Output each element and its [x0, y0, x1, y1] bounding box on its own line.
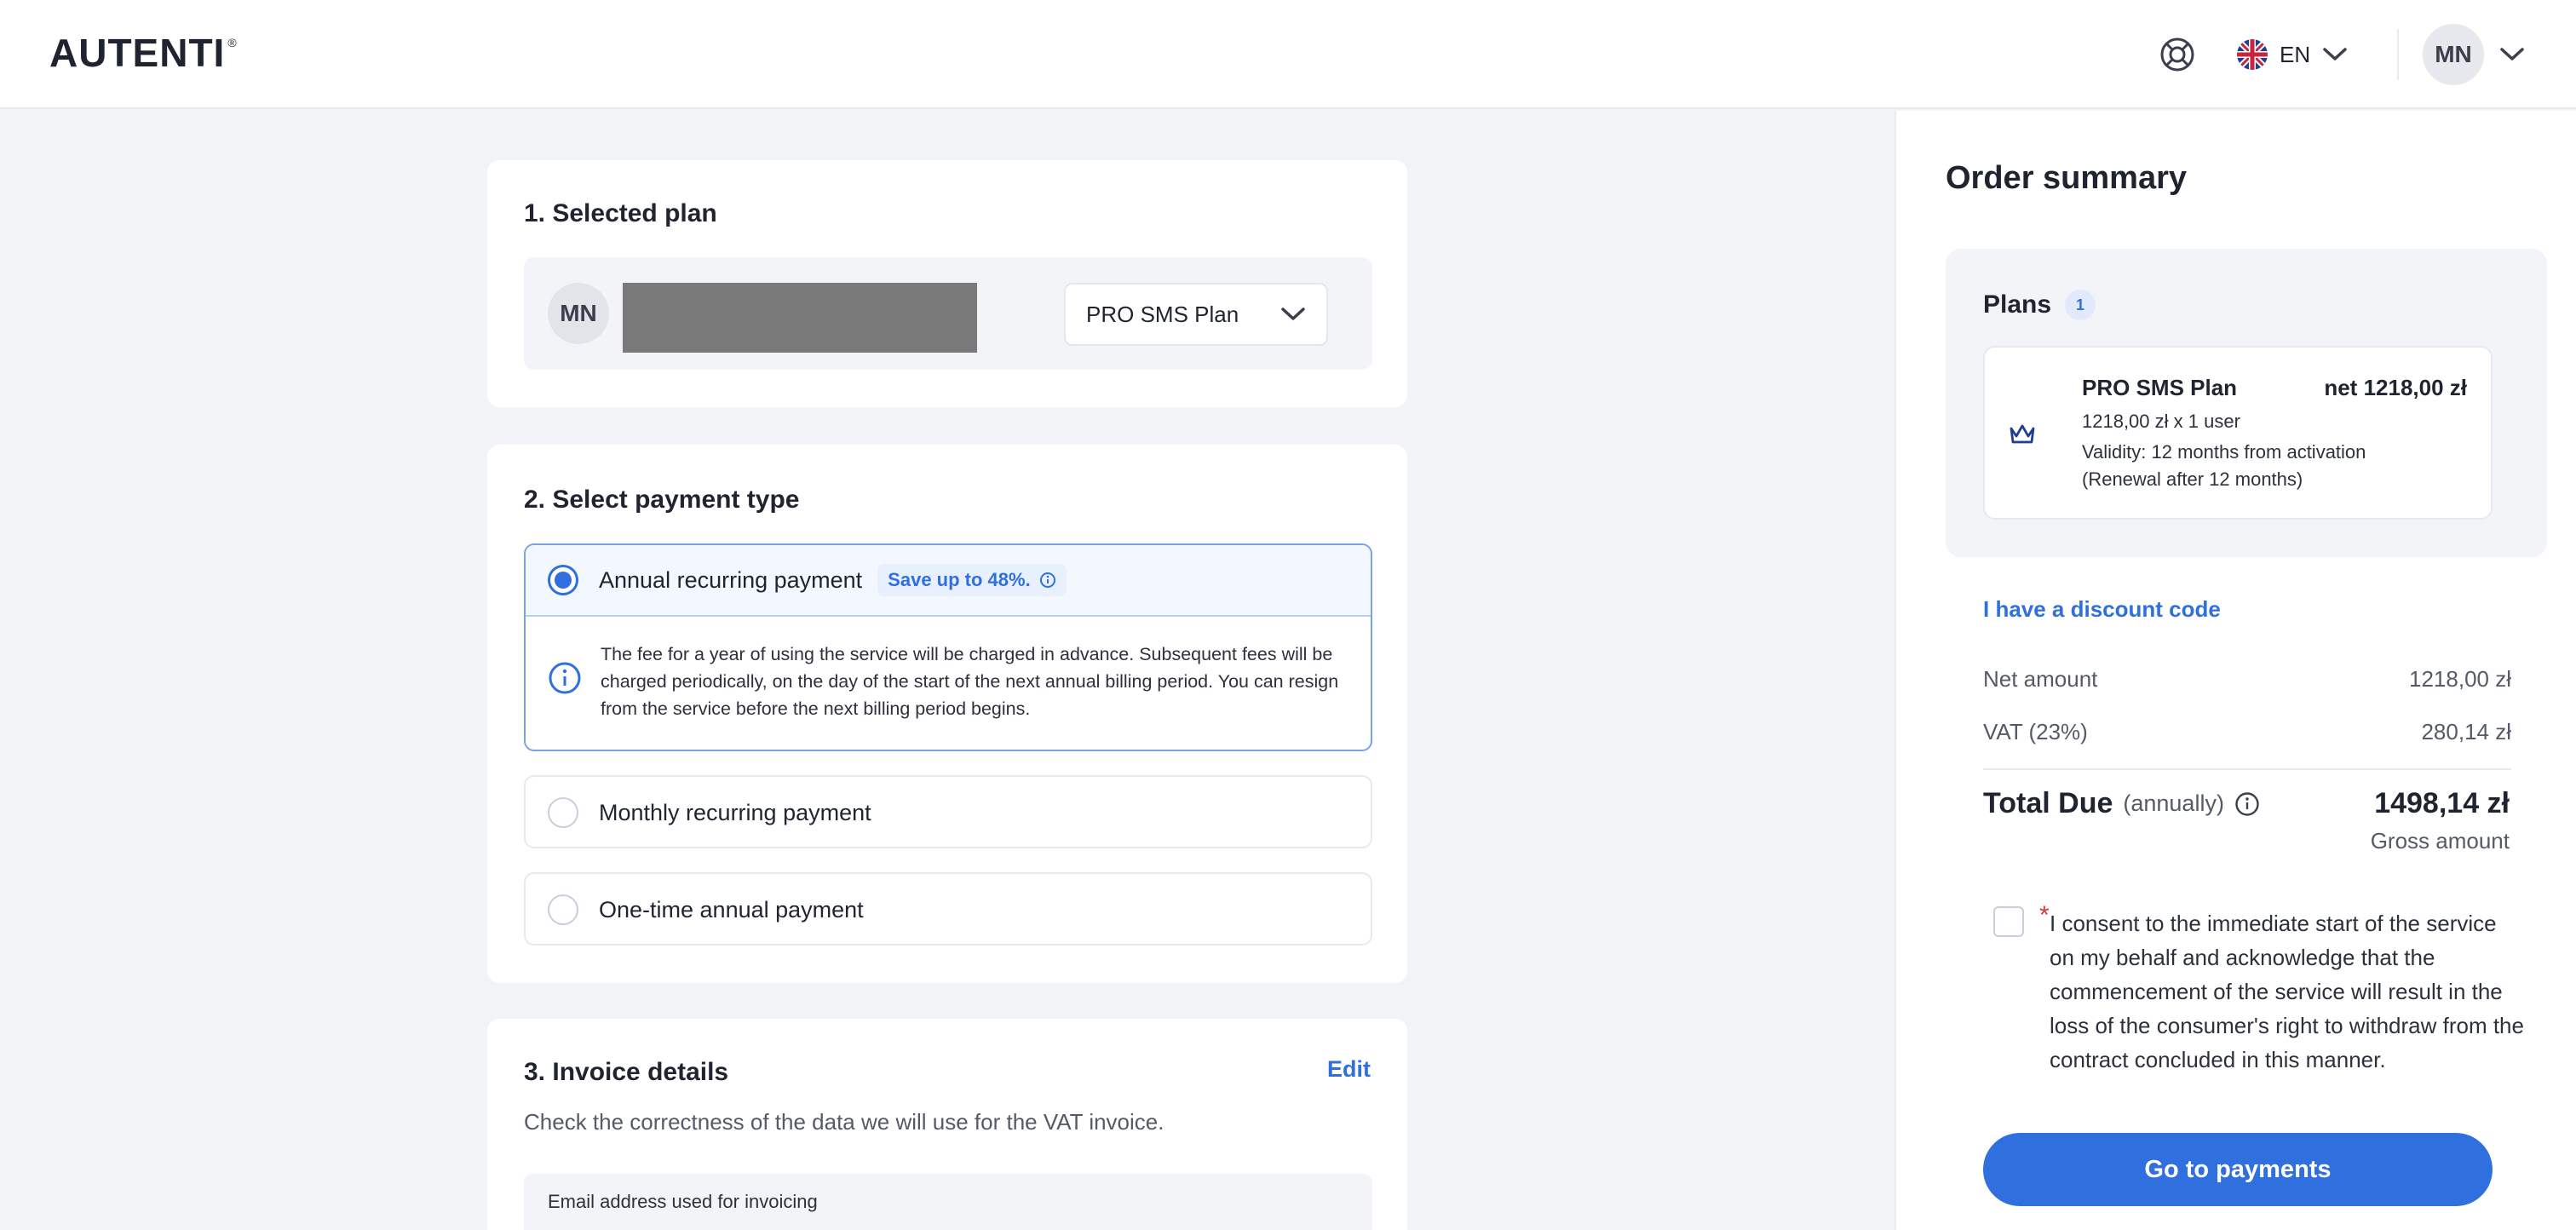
payment-option-monthly-recurring[interactable]: Monthly recurring payment	[524, 775, 1372, 848]
redacted-user-name	[623, 283, 977, 353]
plans-box: Plans 1 PRO SMS Plan net 1218,00 zł 1218…	[1946, 249, 2547, 557]
info-icon[interactable]	[1039, 572, 1056, 589]
logo-registered-mark: ®	[227, 36, 237, 49]
user-avatar: MN	[2423, 24, 2484, 85]
section-title: 1. Selected plan	[524, 199, 717, 227]
payment-option-header[interactable]: Annual recurring payment Save up to 48%.	[526, 545, 1371, 617]
payment-option-info: The fee for a year of using the service …	[526, 617, 1371, 744]
savings-badge: Save up to 48%.	[877, 564, 1067, 596]
summary-plan-name: PRO SMS Plan	[2082, 375, 2238, 400]
summary-plan-unit: 1218,00 zł x 1 user	[2082, 411, 2240, 432]
chevron-down-icon	[2323, 48, 2347, 60]
total-due-label: Total Due (annually)	[1983, 787, 2260, 820]
plan-select-value: PRO SMS Plan	[1086, 301, 1239, 327]
top-header: AUTENTI ® EN MN	[0, 0, 2576, 109]
header-divider	[2397, 29, 2399, 80]
payment-option-label: One-time annual payment	[599, 896, 864, 922]
radio-monthly-recurring[interactable]	[548, 797, 578, 828]
summary-plan-price: net 1218,00 zł	[2324, 375, 2467, 400]
total-due-title: Total Due	[1983, 787, 2113, 819]
language-selector[interactable]: EN	[2237, 34, 2348, 75]
payment-option-one-time-annual[interactable]: One-time annual payment	[524, 872, 1372, 945]
plans-label: Plans	[1983, 290, 2052, 319]
info-circle-icon	[549, 662, 581, 694]
invoice-details-card: 3. Invoice details Edit Check the correc…	[487, 1019, 1407, 1230]
net-amount-row: Net amount 1218,00 zł	[1983, 666, 2511, 693]
plans-heading: Plans 1	[1983, 290, 2096, 320]
payment-option-header[interactable]: Monthly recurring payment	[526, 777, 1371, 848]
consent-checkbox[interactable]	[1993, 906, 2024, 937]
section-title: 3. Invoice details	[524, 1058, 729, 1086]
plan-select-dropdown[interactable]: PRO SMS Plan	[1064, 283, 1328, 346]
discount-code-link[interactable]: I have a discount code	[1983, 596, 2221, 623]
edit-invoice-link[interactable]: Edit	[1327, 1056, 1371, 1083]
summary-divider	[1983, 768, 2511, 770]
chevron-down-icon	[1281, 308, 1305, 320]
vat-label: VAT (23%)	[1983, 719, 2088, 744]
radio-annual-recurring[interactable]	[548, 565, 578, 595]
invoice-email-label: Email address used for invoicing	[548, 1191, 818, 1212]
total-due-amount: 1498,14 zł	[2374, 787, 2510, 819]
payment-type-card: 2. Select payment type Annual recurring …	[487, 445, 1407, 983]
vat-value: 280,14 zł	[2421, 719, 2511, 744]
summary-plan-validity: Validity: 12 months from activation	[2082, 441, 2366, 463]
chevron-down-icon	[2500, 48, 2524, 60]
language-label: EN	[2280, 41, 2311, 67]
uk-flag-icon	[2237, 39, 2268, 70]
summary-plan-card: PRO SMS Plan net 1218,00 zł 1218,00 zł x…	[1983, 346, 2493, 520]
payment-option-label: Annual recurring payment	[599, 566, 863, 593]
payment-option-annual-recurring: Annual recurring payment Save up to 48%.…	[524, 543, 1372, 751]
required-asterisk: *	[2039, 901, 2050, 929]
total-due-period: (annually)	[2123, 790, 2224, 816]
consent-text: I consent to the immediate start of the …	[2050, 911, 2524, 1072]
savings-badge-text: Save up to 48%.	[888, 569, 1031, 590]
order-summary-title: Order summary	[1946, 160, 2188, 196]
crown-icon	[2010, 424, 2035, 444]
autenti-logo[interactable]: AUTENTI ®	[49, 31, 237, 75]
logo-text: AUTENTI	[49, 31, 226, 75]
payment-option-label: Monthly recurring payment	[599, 799, 871, 825]
vat-row: VAT (23%) 280,14 zł	[1983, 719, 2511, 745]
radio-one-time-annual[interactable]	[548, 894, 578, 925]
payment-option-description: The fee for a year of using the service …	[601, 644, 1339, 719]
plan-user-avatar: MN	[548, 283, 609, 344]
info-icon[interactable]	[2234, 791, 2260, 817]
user-menu[interactable]: MN	[2423, 24, 2525, 85]
summary-plan-renewal: (Renewal after 12 months)	[2082, 468, 2303, 490]
payment-option-header[interactable]: One-time annual payment	[526, 874, 1371, 945]
order-summary-panel: Order summary Plans 1 PRO SMS Plan net 1…	[1895, 111, 2576, 1230]
invoice-subtitle: Check the correctness of the data we wil…	[524, 1109, 1164, 1135]
plan-assignment-row: MN PRO SMS Plan	[524, 257, 1372, 370]
section-title: 2. Select payment type	[524, 486, 800, 514]
help-lifebuoy-icon[interactable]	[2159, 36, 2196, 73]
invoice-email-field: Email address used for invoicing	[524, 1174, 1372, 1230]
plans-count-badge: 1	[2065, 290, 2096, 320]
gross-amount-label: Gross amount	[2370, 828, 2510, 854]
net-amount-label: Net amount	[1983, 666, 2098, 692]
go-to-payments-button[interactable]: Go to payments	[1983, 1133, 2493, 1206]
net-amount-value: 1218,00 zł	[2409, 666, 2511, 692]
selected-plan-card: 1. Selected plan MN PRO SMS Plan	[487, 160, 1407, 407]
